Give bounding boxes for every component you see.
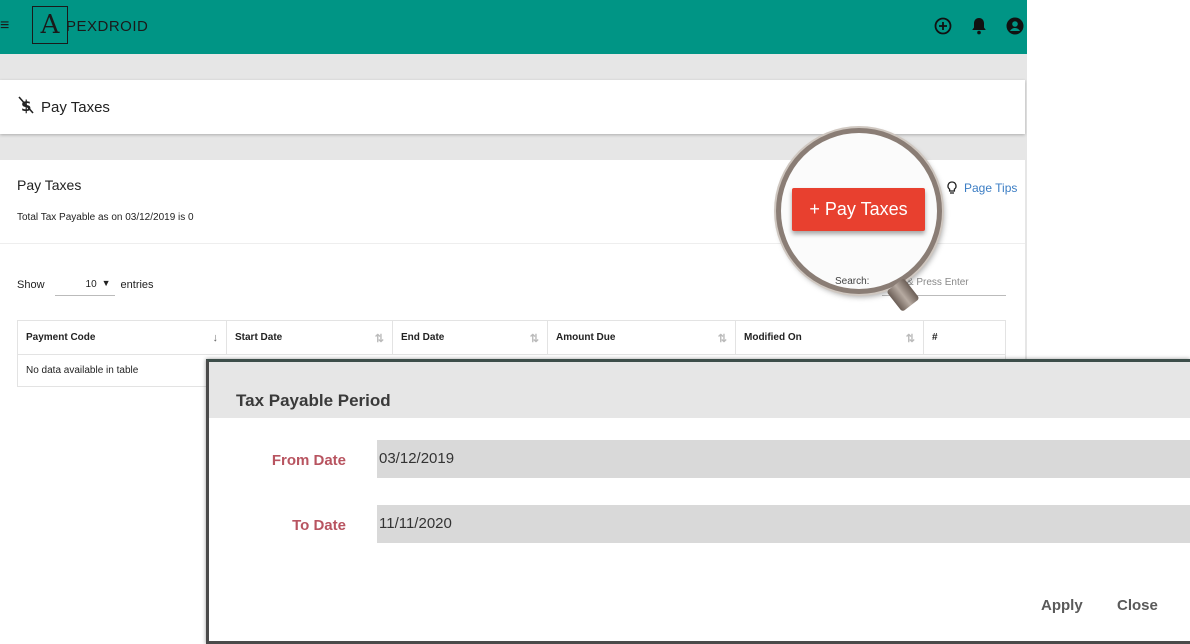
- show-label: Show: [17, 279, 45, 291]
- dialog-title: Tax Payable Period: [236, 391, 391, 410]
- no-dollar-icon: $: [18, 96, 34, 119]
- column-header[interactable]: Payment Code ↓: [17, 320, 227, 355]
- pay-taxes-button[interactable]: + Pay Taxes: [792, 188, 925, 231]
- bell-icon[interactable]: [967, 14, 991, 38]
- tax-payable-summary: Total Tax Payable as on 03/12/2019 is 0: [17, 212, 194, 223]
- entries-select[interactable]: 10 ▼: [54, 274, 115, 296]
- navbar-actions: [919, 14, 1027, 38]
- column-header[interactable]: Amount Due ⇅: [547, 320, 736, 355]
- entries-value: 10: [85, 279, 97, 290]
- sort-icon: ⇅: [905, 333, 915, 345]
- entries-length-control: Show 10 ▼ entries: [17, 274, 154, 296]
- add-circle-icon[interactable]: [931, 14, 955, 38]
- logo-letter: A: [32, 6, 68, 44]
- page-tips-label: Page Tips: [964, 181, 1018, 195]
- sort-icon: ⇅: [374, 333, 384, 345]
- sort-icon: ⇅: [529, 333, 539, 345]
- apply-button[interactable]: Apply: [1041, 597, 1083, 614]
- magnifier-lens: + Pay Taxes Search:: [776, 128, 942, 294]
- page-header-card: $ Pay Taxes: [0, 80, 1025, 134]
- sort-icon: ↓: [212, 332, 219, 344]
- background-strip: [1027, 0, 1190, 360]
- column-header[interactable]: Modified On ⇅: [735, 320, 924, 355]
- logo-text: PEXDROID: [66, 17, 149, 35]
- top-navbar: ≡ A PEXDROID: [0, 0, 1027, 54]
- lightbulb-icon: [947, 181, 957, 194]
- dialog-header: Tax Payable Period: [209, 362, 1190, 418]
- page-title: Pay Taxes: [41, 99, 110, 116]
- entries-label: entries: [120, 279, 154, 291]
- magnified-search-label: Search:: [835, 276, 870, 287]
- chevron-down-icon: ▼: [101, 278, 111, 288]
- column-header[interactable]: #: [923, 320, 1006, 355]
- table-header-row: Payment Code ↓ Start Date ⇅ End Date ⇅ Amou…: [17, 320, 1006, 355]
- card-title: Pay Taxes: [17, 177, 82, 193]
- apexdroid-logo[interactable]: A PEXDROID: [32, 6, 148, 44]
- sort-icon: ⇅: [717, 333, 727, 345]
- from-date-label: From Date: [271, 452, 346, 469]
- to-date-field[interactable]: 11/11/2020: [377, 505, 1190, 543]
- account-icon[interactable]: [1003, 14, 1027, 38]
- to-date-label: To Date: [292, 517, 346, 534]
- close-button[interactable]: Close: [1117, 597, 1158, 614]
- page-tips-link[interactable]: Page Tips: [946, 181, 1017, 195]
- column-header[interactable]: Start Date ⇅: [226, 320, 393, 355]
- tax-payable-period-dialog: Tax Payable Period From Date 03/12/2019 …: [206, 359, 1190, 644]
- column-header[interactable]: End Date ⇅: [392, 320, 548, 355]
- from-date-field[interactable]: 03/12/2019: [377, 440, 1190, 478]
- hamburger-icon[interactable]: ≡: [0, 16, 10, 36]
